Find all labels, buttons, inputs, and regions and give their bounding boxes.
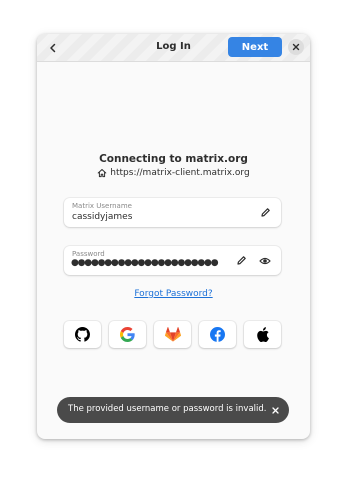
google-icon <box>120 327 135 342</box>
password-label: Password <box>72 250 105 258</box>
header-bar: Log In Next <box>37 34 310 62</box>
sso-apple-button[interactable] <box>244 321 281 348</box>
username-value: cassidyjames <box>72 212 133 222</box>
go-previous-icon <box>50 43 56 53</box>
toast-close-button[interactable] <box>268 403 282 417</box>
apple-icon <box>256 327 269 342</box>
sso-providers <box>37 321 310 349</box>
sso-facebook-button[interactable] <box>199 321 236 348</box>
eye-icon <box>258 257 271 264</box>
gitlab-icon <box>164 327 181 342</box>
error-toast: The provided username or password is inv… <box>57 397 289 423</box>
username-label: Matrix Username <box>72 202 132 210</box>
homeserver-info: https://matrix-client.matrix.org <box>37 168 310 178</box>
window-close-icon <box>292 43 300 51</box>
edit-username-button[interactable] <box>259 206 272 219</box>
forgot-password-link[interactable]: Forgot Password? <box>37 289 310 299</box>
username-field[interactable]: Matrix Username cassidyjames <box>64 198 281 227</box>
sso-google-button[interactable] <box>109 321 146 348</box>
reveal-password-button[interactable] <box>258 254 271 267</box>
password-field[interactable]: Password ●●●●●●●●●●●●●●●●●●●●●● <box>64 246 281 275</box>
edit-password-button[interactable] <box>235 254 248 267</box>
toast-message: The provided username or password is inv… <box>68 404 267 414</box>
back-button[interactable] <box>43 38 63 58</box>
password-value: ●●●●●●●●●●●●●●●●●●●●●● <box>71 258 219 268</box>
sso-gitlab-button[interactable] <box>154 321 191 348</box>
next-button[interactable]: Next <box>228 37 282 57</box>
close-icon <box>271 406 279 414</box>
login-window: Log In Next Connecting to matrix.org htt… <box>37 34 310 439</box>
homeserver-url: https://matrix-client.matrix.org <box>110 168 250 178</box>
connecting-title: Connecting to matrix.org <box>99 153 248 165</box>
sso-github-button[interactable] <box>64 321 101 348</box>
github-icon <box>75 327 90 342</box>
close-button[interactable] <box>288 39 304 55</box>
home-icon <box>97 169 107 178</box>
pencil-icon <box>261 208 270 217</box>
pencil-icon <box>237 256 246 265</box>
facebook-icon <box>210 327 225 342</box>
